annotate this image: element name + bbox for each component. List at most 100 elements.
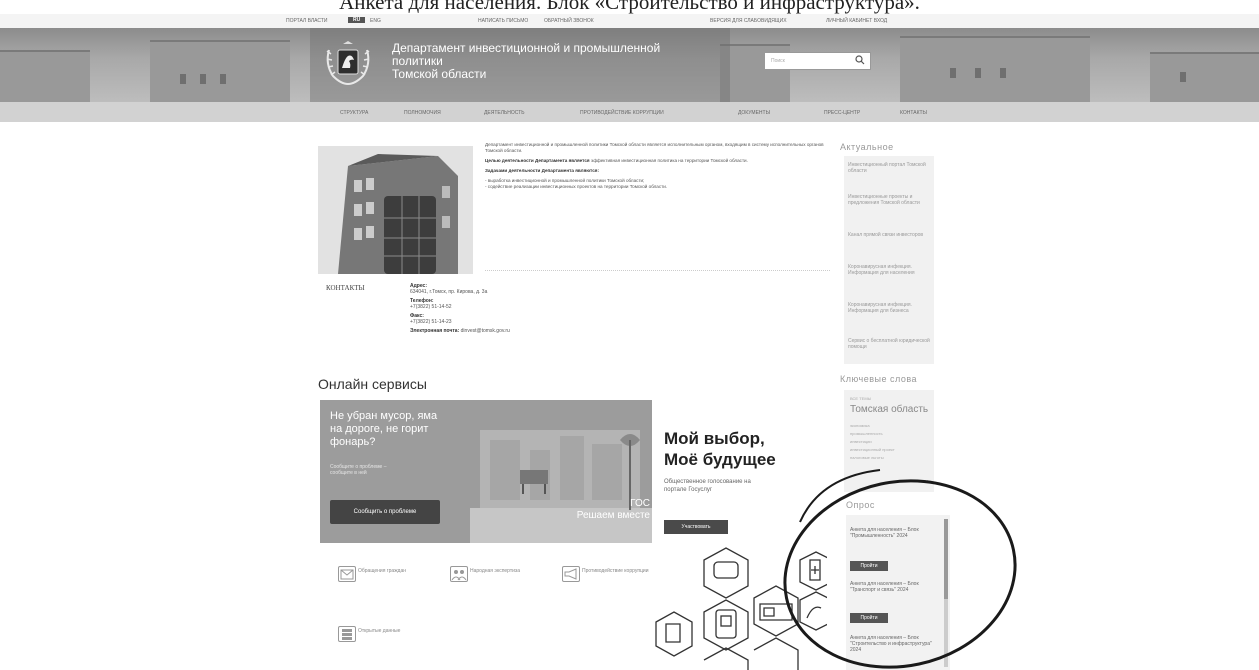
sidebar-link[interactable]: Сервис о бесплатной юридической помощи (848, 338, 933, 350)
service-label: Обращения граждан (358, 568, 406, 574)
address-value: 634041, г.Томск, пр. Кирова, д. 3а (410, 289, 488, 295)
service-expertise[interactable]: Народная экспертиза (450, 566, 540, 584)
divider (485, 270, 830, 271)
people-icon (450, 566, 468, 582)
window-shape (220, 74, 226, 84)
header-banner: Департамент инвестиционной и промышленно… (0, 28, 1259, 102)
keyword-item[interactable]: налоговые льготы (850, 454, 895, 462)
subtitle-line: сообщите в ней (330, 470, 367, 476)
keyword-list: экономика промышленность инвестиции инве… (850, 422, 895, 462)
subtitle-line: Общественное голосование на (664, 479, 751, 485)
search-input[interactable]: Поиск (764, 52, 871, 70)
subtitle-line: портале Госуслуг (664, 487, 713, 493)
building-shape (150, 40, 290, 102)
building-shape (0, 50, 90, 102)
window-shape (1000, 68, 1006, 78)
window-shape (180, 74, 186, 84)
megaphone-icon (562, 566, 580, 582)
department-title[interactable]: Департамент инвестиционной и промышленно… (392, 42, 660, 81)
keywords-all-label[interactable]: ВСЕ ТЕМЫ (850, 396, 871, 401)
service-label: Народная экспертиза (470, 568, 521, 574)
sidebar-actual-title: Актуальное (840, 142, 894, 152)
keyword-main[interactable]: Томская область (850, 404, 928, 415)
lang-ru-button[interactable]: RU (348, 17, 366, 23)
intro-goal-rest: эффективная инвестиционная политика на т… (589, 158, 748, 163)
service-anticorruption[interactable]: Противодействие коррупции (562, 566, 662, 584)
headline-line: Моё будущее (664, 450, 776, 469)
search-icon[interactable] (855, 55, 865, 65)
sidebar-link[interactable]: Коронавирусная инфекция. Информация для … (848, 264, 933, 276)
sidebar-link[interactable]: Инвестиционные проекты и предложения Том… (848, 194, 933, 206)
report-problem-button[interactable]: Сообщить о проблеме (330, 500, 440, 524)
window-shape (200, 74, 206, 84)
window-shape (975, 68, 981, 78)
service-label: Открытые данные (358, 628, 401, 634)
my-choice-headline: Мой выбор, Моё будущее (664, 428, 776, 470)
intro-goal: Целью деятельности Департамента является… (485, 158, 830, 164)
data-icon (338, 626, 356, 642)
contacts-block: Адрес: 634041, г.Томск, пр. Кирова, д. 3а… (410, 283, 510, 337)
participate-button[interactable]: Участвовать (664, 520, 728, 534)
keyword-item[interactable]: экономика (850, 422, 895, 430)
report-problem-banner[interactable]: Не убран мусор, яма на дороге, не горит … (320, 400, 652, 543)
search-placeholder: Поиск (771, 58, 785, 64)
building-shape (1150, 52, 1259, 102)
headline-line: на дороге, не горит (330, 423, 429, 435)
login-link[interactable]: ЛИЧНЫЙ КАБИНЕТ ВХОД (826, 18, 887, 24)
nav-item-contacts[interactable]: КОНТАКТЫ (900, 110, 927, 116)
keyword-item[interactable]: промышленность (850, 430, 895, 438)
highlight-circle-annotation (783, 469, 1017, 669)
building-photo (318, 146, 473, 274)
intro-paragraph: Департамент инвестиционной и промышленно… (485, 142, 824, 153)
main-nav: СТРУКТУРА ПОЛНОМОЧИЯ ДЕЯТЕЛЬНОСТЬ ПРОТИВ… (0, 102, 1259, 122)
service-appeals[interactable]: Обращения граждан (338, 566, 428, 584)
service-open-data[interactable]: Открытые данные (338, 626, 428, 644)
sidebar-actual-box: Инвестиционный портал Томской области Ин… (844, 156, 934, 364)
nav-item-press[interactable]: ПРЕСС-ЦЕНТР (824, 110, 860, 116)
lang-other-button[interactable]: ENG (370, 18, 381, 24)
headline-line: фонарь? (330, 436, 376, 448)
intro-tasks-heading: Задачами деятельности Департамента являю… (485, 168, 830, 174)
gos-subtitle: Решаем вместе (576, 510, 650, 521)
service-label: Противодействие коррупции (582, 568, 649, 574)
report-problem-subtitle: Сообщите о проблеме – сообщите в ней (330, 464, 387, 476)
headline-line: Не убран мусор, яма (330, 410, 438, 422)
intro-goal-bold: Целью деятельности Департамента является (485, 158, 590, 163)
intro-task-item: - содействие реализации инвестиционных п… (485, 184, 668, 189)
window-shape (1180, 72, 1186, 82)
nav-item-documents[interactable]: ДОКУМЕНТЫ (738, 110, 770, 116)
gos-label: ГОС (630, 498, 650, 509)
keyword-item[interactable]: инвестиционный проект (850, 446, 895, 454)
email-link[interactable]: НАПИСАТЬ ПИСЬМО (478, 18, 528, 24)
keyword-item[interactable]: инвестиции (850, 438, 895, 446)
building-shape (900, 36, 1090, 102)
window-shape (950, 68, 956, 78)
sidebar-link[interactable]: Коронавирусная инфекция. Информация для … (848, 302, 933, 314)
email-value[interactable]: dinvest@tomsk.gov.ru (461, 328, 510, 334)
email-label: Электронная почта: (410, 328, 460, 334)
department-intro: Департамент инвестиционной и промышленно… (485, 142, 830, 190)
phone-value[interactable]: +7(3822) 51-14-52 (410, 304, 510, 310)
fax-value: +7(3822) 51-14-23 (410, 319, 452, 325)
headline-line: Мой выбор, (664, 429, 765, 448)
department-title-line: Томской области (392, 67, 487, 81)
sidebar-link[interactable]: Канал прямой связи инвесторов (848, 232, 933, 238)
my-choice-subtitle: Общественное голосование на портале Госу… (664, 478, 751, 494)
nav-item-anticorruption[interactable]: ПРОТИВОДЕЙСТВИЕ КОРРУПЦИИ (580, 110, 664, 116)
sidebar-keywords-title: Ключевые слова (840, 374, 918, 384)
sidebar-link[interactable]: Инвестиционный портал Томской области (848, 162, 933, 174)
accessibility-link[interactable]: ВЕРСИЯ ДЛЯ СЛАБОВИДЯЩИХ (710, 18, 787, 24)
contacts-title: КОНТАКТЫ (326, 284, 365, 292)
site-portal-link[interactable]: ПОРТАЛ ВЛАСТИ (286, 18, 327, 24)
online-services-title: Онлайн сервисы (318, 376, 427, 392)
gos-logo: ГОС Решаем вместе (550, 498, 650, 522)
report-problem-headline: Не убран мусор, яма на дороге, не горит … (330, 410, 437, 449)
nav-item-powers[interactable]: ПОЛНОМОЧИЯ (404, 110, 441, 116)
nav-item-activity[interactable]: ДЕЯТЕЛЬНОСТЬ (484, 110, 525, 116)
nav-item-structure[interactable]: СТРУКТУРА (340, 110, 368, 116)
appeal-icon (338, 566, 356, 582)
phone-link[interactable]: ОБРАТНЫЙ ЗВОНОК (544, 18, 594, 24)
coat-of-arms-icon[interactable] (323, 40, 373, 88)
intro-tasks-bold: Задачами деятельности Департамента являю… (485, 168, 600, 173)
page-heading: Анкета для населения. Блок «Строительств… (339, 0, 920, 14)
